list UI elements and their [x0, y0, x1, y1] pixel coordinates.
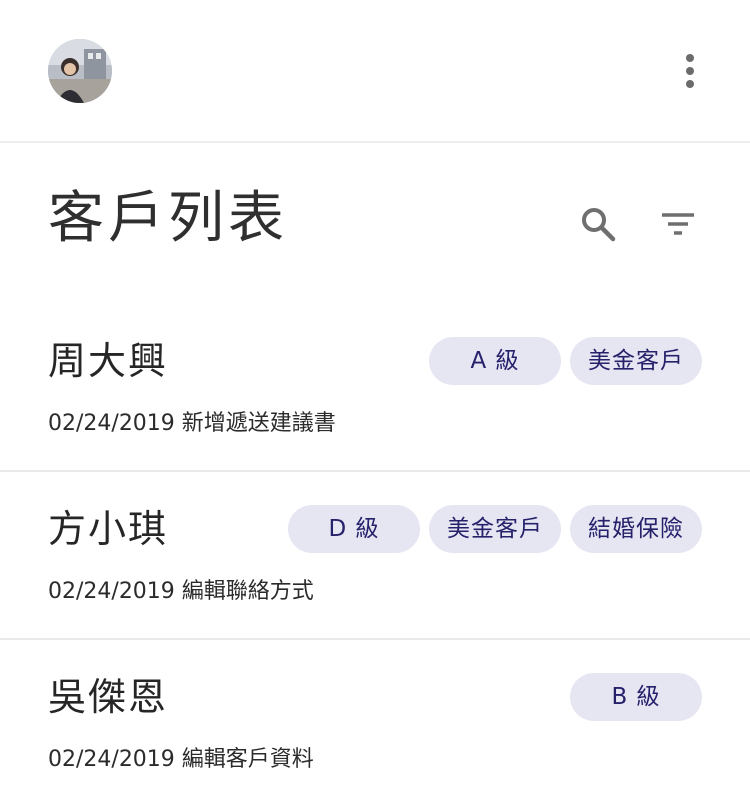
user-avatar[interactable]	[48, 39, 112, 103]
tag-chip[interactable]: 結婚保險	[570, 505, 702, 553]
top-bar	[0, 0, 750, 143]
last-activity: 02/24/2019 新增遞送建議書	[48, 411, 336, 436]
customer-list: 周大興 A 級 美金客戶 02/24/2019 新增遞送建議書 方小琪 D 級 …	[0, 304, 750, 808]
more-options-button[interactable]	[672, 50, 708, 92]
more-vertical-icon	[686, 67, 694, 75]
customer-name: 周大興	[48, 339, 169, 383]
more-vertical-icon	[686, 54, 694, 62]
customer-name: 吳傑恩	[48, 675, 169, 719]
more-vertical-icon	[686, 80, 694, 88]
last-activity: 02/24/2019 編輯聯絡方式	[48, 579, 314, 604]
search-button[interactable]	[574, 200, 622, 248]
customer-tags: B 級	[570, 673, 702, 721]
customer-row[interactable]: 方小琪 D 級 美金客戶 結婚保險 02/24/2019 編輯聯絡方式	[0, 472, 750, 640]
page-title: 客戶列表	[48, 186, 288, 251]
customer-row[interactable]: 吳傑恩 B 級 02/24/2019 編輯客戶資料	[0, 640, 750, 808]
tag-chip[interactable]: B 級	[570, 673, 702, 721]
customer-tags: A 級 美金客戶	[429, 337, 702, 385]
filter-icon	[662, 213, 694, 235]
tag-chip[interactable]: D 級	[288, 505, 420, 553]
filter-button[interactable]	[654, 200, 702, 248]
customer-tags: D 級 美金客戶 結婚保險	[288, 505, 702, 553]
customer-row[interactable]: 周大興 A 級 美金客戶 02/24/2019 新增遞送建議書	[0, 304, 750, 472]
last-activity: 02/24/2019 編輯客戶資料	[48, 747, 314, 772]
search-icon	[582, 208, 616, 242]
tag-chip[interactable]: 美金客戶	[570, 337, 702, 385]
avatar-image	[48, 39, 112, 103]
customer-name: 方小琪	[48, 507, 169, 551]
tag-chip[interactable]: 美金客戶	[429, 505, 561, 553]
tag-chip[interactable]: A 級	[429, 337, 561, 385]
